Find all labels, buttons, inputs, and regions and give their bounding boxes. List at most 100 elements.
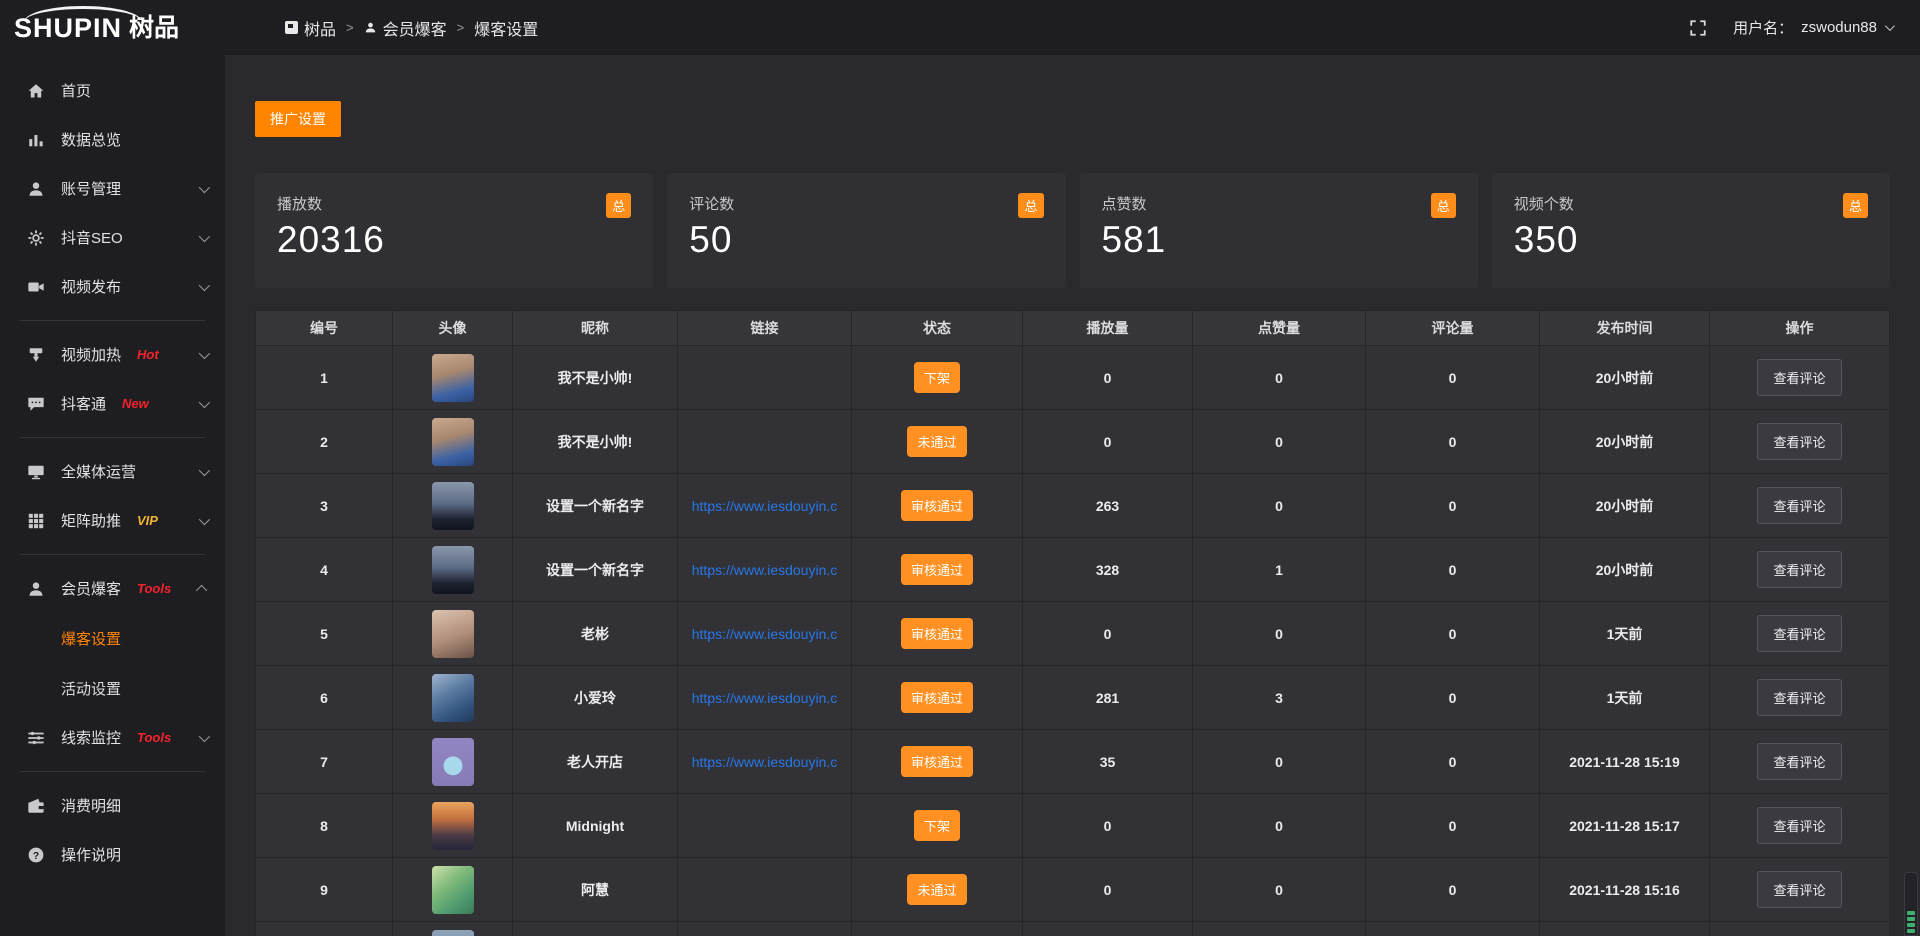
sidebar-subitem-baoke-settings[interactable]: 爆客设置 <box>0 613 225 663</box>
sidebar-item-all-media[interactable]: 全媒体运营 <box>0 447 225 496</box>
row-time: 2021-11-28 15:19 <box>1540 730 1710 794</box>
view-comments-button[interactable]: 查看评论 <box>1757 807 1841 844</box>
col-header-plays: 播放量 <box>1023 311 1193 346</box>
sidebar-item-video-heat[interactable]: 视频加热 Hot <box>0 330 225 379</box>
table-row: 6 小爱玲 https://www.iesdouyin.c 审核通过 281 3… <box>256 666 1890 730</box>
floating-widget[interactable] <box>1904 872 1918 936</box>
view-comments-button[interactable]: 查看评论 <box>1757 615 1841 652</box>
breadcrumb-item-member-baoke[interactable]: 会员爆客 <box>364 16 447 40</box>
row-link[interactable]: https://www.iesdouyin.c <box>692 690 838 706</box>
sidebar-item-label: 线索监控 <box>61 727 121 748</box>
row-likes: 0 <box>1193 346 1366 410</box>
user-menu[interactable]: 用户名：zswodun88 <box>1733 17 1892 38</box>
row-nickname: 阿慧 <box>513 858 678 922</box>
sidebar-item-label: 抖客通 <box>61 393 106 414</box>
widget-bar <box>1907 911 1915 915</box>
sidebar-item-label: 数据总览 <box>61 129 121 150</box>
widget-bar <box>1907 917 1915 921</box>
home-icon <box>27 82 45 100</box>
breadcrumb: 树品 > 会员爆客 > 爆客设置 <box>285 16 538 40</box>
row-time: 2021-11-28 15:16 <box>1540 858 1710 922</box>
grid-icon <box>27 512 45 530</box>
row-likes: 3 <box>1193 666 1366 730</box>
video-table: 编号 头像 昵称 链接 状态 播放量 点赞量 评论量 发布时间 操作 1 我不是… <box>255 310 1890 936</box>
table-row: 9 阿慧 未通过 0 0 0 2021-11-28 15:16 查看评论 <box>256 858 1890 922</box>
chevron-down-icon <box>1885 21 1895 31</box>
username-prefix: 用户名： <box>1733 17 1793 38</box>
sidebar-item-account-mgmt[interactable]: 账号管理 <box>0 164 225 213</box>
row-time: 20小时前 <box>1540 410 1710 474</box>
breadcrumb-separator: > <box>346 20 354 35</box>
row-plays <box>1023 922 1193 936</box>
avatar <box>432 546 474 594</box>
view-comments-button[interactable]: 查看评论 <box>1757 423 1841 460</box>
col-header-nickname: 昵称 <box>513 311 678 346</box>
view-comments-button[interactable]: 查看评论 <box>1757 679 1841 716</box>
sidebar-item-data-overview[interactable]: 数据总览 <box>0 115 225 164</box>
row-nickname <box>513 922 678 936</box>
breadcrumb-item-baoke-settings[interactable]: 爆客设置 <box>474 16 538 40</box>
svg-text:?: ? <box>33 850 39 861</box>
row-comments: 0 <box>1366 602 1540 666</box>
row-time: 20小时前 <box>1540 346 1710 410</box>
view-comments-button[interactable]: 查看评论 <box>1757 487 1841 524</box>
status-badge: 审核通过 <box>901 490 973 521</box>
avatar <box>432 482 474 530</box>
col-header-action: 操作 <box>1710 311 1890 346</box>
table-header-row: 编号 头像 昵称 链接 状态 播放量 点赞量 评论量 发布时间 操作 <box>256 311 1890 346</box>
row-nickname: 老人开店 <box>513 730 678 794</box>
row-time: 1天前 <box>1540 602 1710 666</box>
sidebar-item-member-baoke[interactable]: 会员爆客 Tools <box>0 564 225 613</box>
breadcrumb-separator: > <box>457 20 465 35</box>
total-badge: 总 <box>1018 193 1043 218</box>
view-comments-button[interactable]: 查看评论 <box>1757 743 1841 780</box>
widget-bar <box>1907 923 1915 927</box>
breadcrumb-label: 会员爆客 <box>383 16 447 40</box>
table-row: 8 Midnight 下架 0 0 0 2021-11-28 15:17 查看评… <box>256 794 1890 858</box>
sidebar-item-douyin-seo[interactable]: 抖音SEO <box>0 213 225 262</box>
fullscreen-icon[interactable] <box>1689 19 1707 37</box>
video-camera-icon <box>27 278 45 296</box>
sidebar-item-label: 首页 <box>61 80 91 101</box>
view-comments-button[interactable]: 查看评论 <box>1757 551 1841 588</box>
row-link[interactable]: https://www.iesdouyin.c <box>692 498 838 514</box>
row-comments: 0 <box>1366 538 1540 602</box>
sidebar-item-doketong[interactable]: 抖客通 New <box>0 379 225 428</box>
stat-label: 评论数 <box>689 193 1043 214</box>
user-icon <box>364 21 377 34</box>
sidebar-item-help[interactable]: ? 操作说明 <box>0 830 225 879</box>
sidebar-item-matrix-boost[interactable]: 矩阵助推 VIP <box>0 496 225 545</box>
row-link[interactable]: https://www.iesdouyin.c <box>692 562 838 578</box>
sidebar-item-clue-monitor[interactable]: 线索监控 Tools <box>0 713 225 762</box>
sidebar-item-label: 操作说明 <box>61 844 121 865</box>
status-badge: 审核通过 <box>901 682 973 713</box>
row-nickname: 设置一个新名字 <box>513 474 678 538</box>
avatar <box>432 930 474 936</box>
promo-settings-button[interactable]: 推广设置 <box>255 101 341 137</box>
sidebar-item-consumption-detail[interactable]: 消费明细 <box>0 781 225 830</box>
sidebar-item-video-publish[interactable]: 视频发布 <box>0 262 225 311</box>
col-header-likes: 点赞量 <box>1193 311 1366 346</box>
row-plays: 0 <box>1023 346 1193 410</box>
sidebar-item-home[interactable]: 首页 <box>0 66 225 115</box>
col-header-link: 链接 <box>678 311 852 346</box>
table-row: 4 设置一个新名字 https://www.iesdouyin.c 审核通过 3… <box>256 538 1890 602</box>
breadcrumb-item-shupin[interactable]: 树品 <box>285 16 336 40</box>
row-likes: 1 <box>1193 538 1366 602</box>
row-likes: 0 <box>1193 474 1366 538</box>
main-content: 推广设置 播放数 20316 总 评论数 50 总 点赞数 581 总 视频个数… <box>225 57 1920 936</box>
row-link[interactable]: https://www.iesdouyin.c <box>692 754 838 770</box>
sliders-icon <box>27 729 45 747</box>
row-plays: 0 <box>1023 410 1193 474</box>
table-row: 1 我不是小帅! 下架 0 0 0 20小时前 查看评论 <box>256 346 1890 410</box>
total-badge: 总 <box>606 193 631 218</box>
row-time <box>1540 922 1710 936</box>
row-comments: 0 <box>1366 858 1540 922</box>
row-link[interactable]: https://www.iesdouyin.c <box>692 626 838 642</box>
view-comments-button[interactable]: 查看评论 <box>1757 871 1841 908</box>
view-comments-button[interactable]: 查看评论 <box>1757 359 1841 396</box>
sidebar-item-label: 账号管理 <box>61 178 121 199</box>
divider <box>20 437 205 438</box>
sidebar-subitem-activity-settings[interactable]: 活动设置 <box>0 663 225 713</box>
chevron-down-icon <box>199 347 210 358</box>
